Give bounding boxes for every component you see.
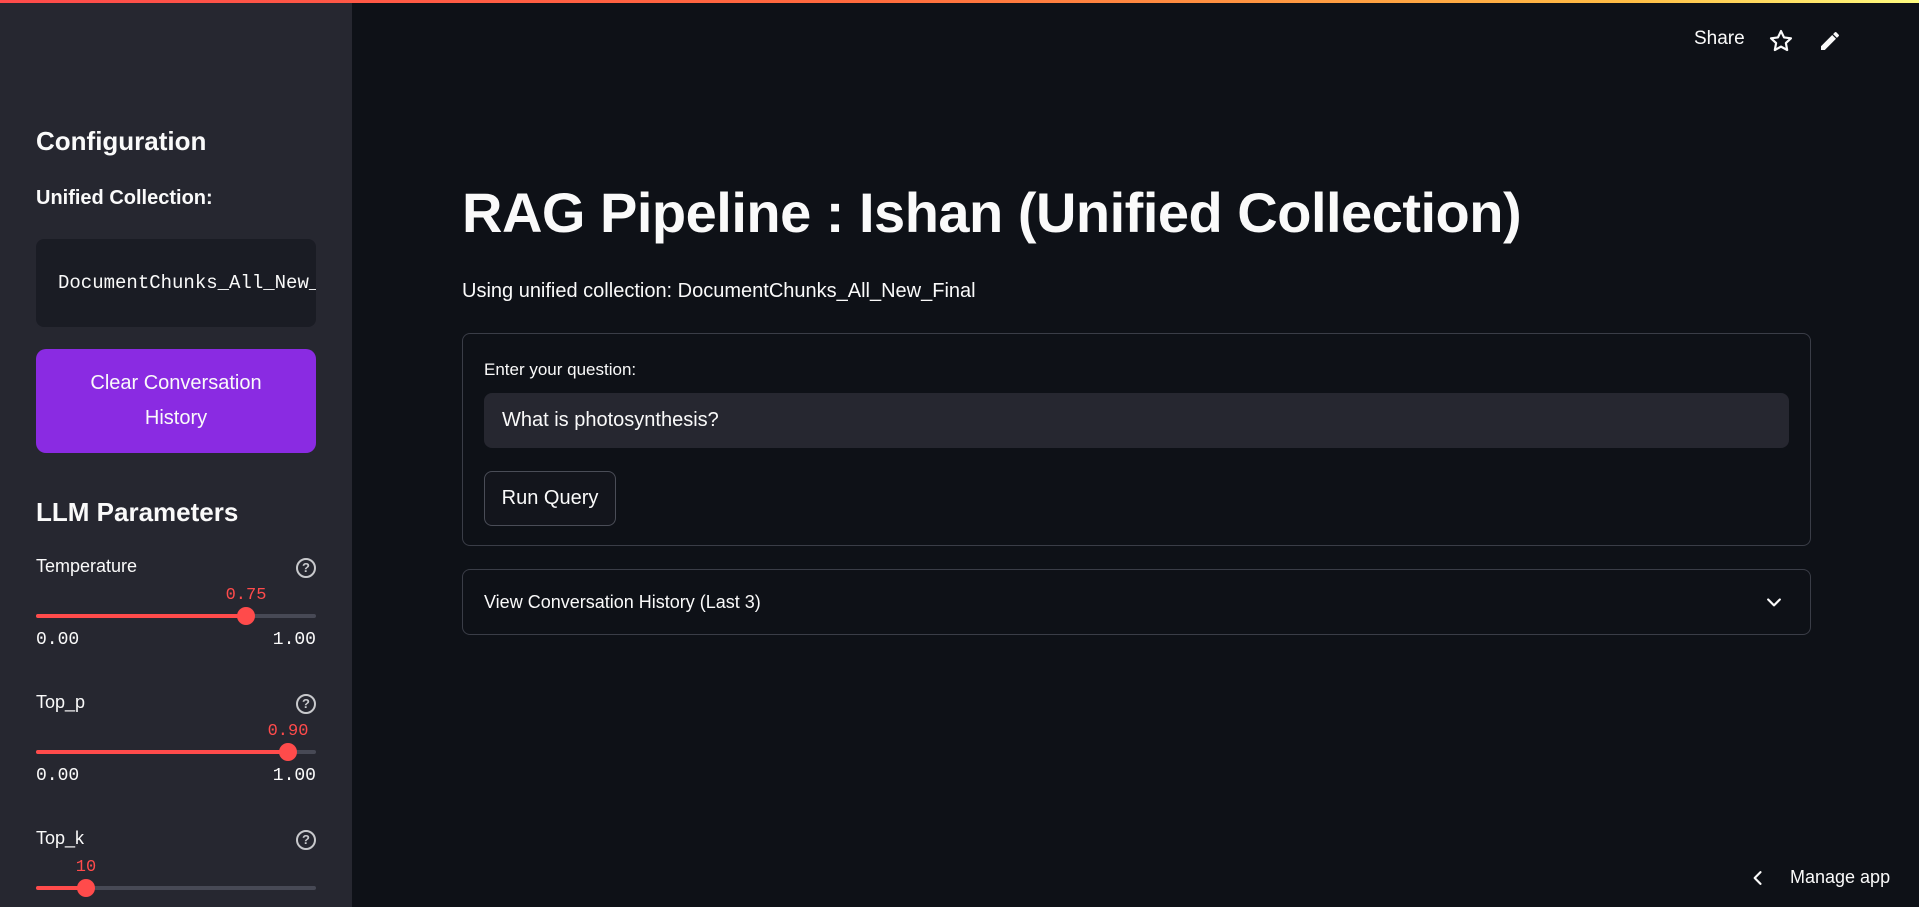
top-p-slider[interactable] — [36, 743, 316, 761]
star-icon[interactable] — [1768, 28, 1794, 54]
slider-label: Top_p — [36, 692, 86, 712]
top-p-slider-block: Top_p ? 0.90 0.00 1.00 — [36, 692, 316, 812]
clear-history-button[interactable]: Clear Conversation History — [36, 349, 316, 453]
help-icon[interactable]: ? — [296, 694, 316, 714]
conversation-history-expander[interactable]: View Conversation History (Last 3) — [462, 569, 1811, 635]
top-decoration-stripe — [0, 0, 1919, 3]
top-k-slider[interactable] — [36, 879, 316, 897]
collection-caption: Using unified collection: DocumentChunks… — [462, 280, 976, 302]
configuration-heading: Configuration — [36, 126, 207, 156]
help-icon[interactable]: ? — [296, 558, 316, 578]
chevron-down-icon — [1767, 598, 1781, 607]
sidebar: Configuration Unified Collection: Docume… — [0, 0, 352, 907]
share-link[interactable]: Share — [1694, 28, 1745, 50]
temperature-slider[interactable] — [36, 607, 316, 625]
slider-thumb[interactable] — [237, 607, 255, 625]
slider-label: Temperature — [36, 556, 138, 576]
slider-value: 0.75 — [225, 586, 267, 605]
temperature-slider-block: Temperature ? 0.75 0.00 1.00 — [36, 556, 316, 676]
question-input[interactable] — [484, 393, 1789, 448]
slider-max: 1.00 — [272, 630, 316, 650]
slider-value: 10 — [75, 858, 97, 877]
slider-min: 0.00 — [36, 630, 80, 650]
slider-min: 0.00 — [36, 766, 80, 786]
slider-value: 0.90 — [267, 722, 309, 741]
expander-label: View Conversation History (Last 3) — [484, 592, 761, 612]
slider-label: Top_k — [36, 828, 85, 848]
slider-max: 1.00 — [272, 766, 316, 786]
chevron-left-icon — [1753, 871, 1762, 885]
query-form: Enter your question: Run Query — [462, 333, 1811, 546]
help-icon[interactable]: ? — [296, 830, 316, 850]
top-k-slider-block: Top_k ? 10 — [36, 828, 316, 907]
slider-fill — [36, 614, 246, 618]
run-query-button[interactable]: Run Query — [484, 471, 616, 526]
slider-thumb[interactable] — [279, 743, 297, 761]
slider-fill — [36, 750, 288, 754]
llm-parameters-heading: LLM Parameters — [36, 497, 239, 527]
pencil-icon[interactable] — [1818, 29, 1842, 53]
slider-thumb[interactable] — [77, 879, 95, 897]
unified-collection-label: Unified Collection: — [36, 187, 213, 209]
question-label: Enter your question: — [484, 360, 637, 379]
collection-code-block: DocumentChunks_All_New_Final — [36, 239, 316, 327]
manage-app-label: Manage app — [1790, 867, 1891, 887]
page-title: RAG Pipeline : Ishan (Unified Collection… — [462, 181, 1522, 244]
